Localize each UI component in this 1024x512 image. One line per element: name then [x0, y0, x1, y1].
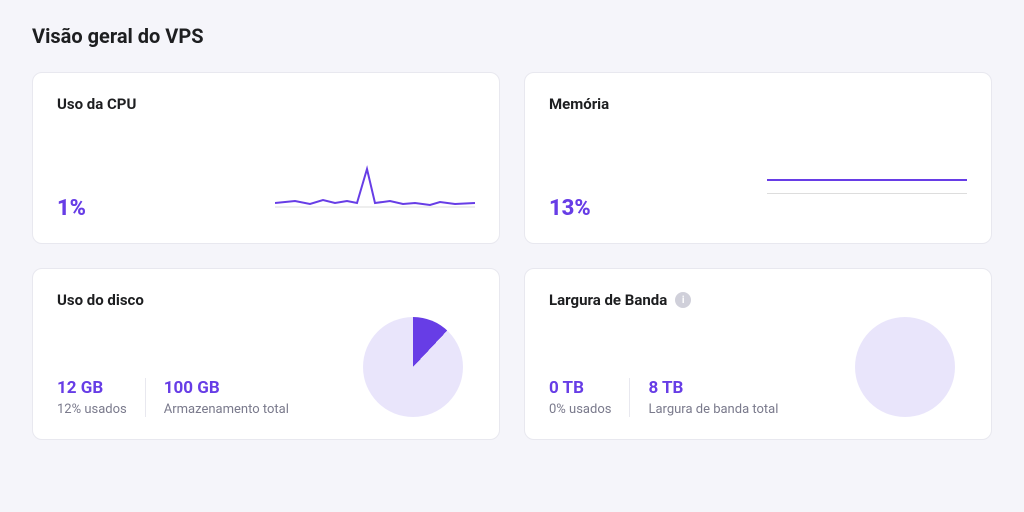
disk-total-value: 100 GB: [164, 378, 289, 398]
disk-used-stat: 12 GB 12% usados: [57, 378, 145, 417]
disk-card[interactable]: Uso do disco 12 GB 12% usados 100 GB Arm…: [32, 268, 500, 440]
bandwidth-card-title: Largura de Banda: [549, 291, 667, 309]
bandwidth-pie-chart: [855, 317, 955, 417]
disk-stats: 12 GB 12% usados 100 GB Armazenamento to…: [57, 378, 307, 417]
cards-grid: Uso da CPU 1% Memória 13% Uso do disco: [32, 72, 992, 440]
bandwidth-total-value: 8 TB: [648, 378, 778, 398]
page-title: Visão geral do VPS: [32, 24, 992, 48]
bandwidth-used-stat: 0 TB 0% usados: [549, 378, 629, 417]
disk-card-title: Uso do disco: [57, 291, 475, 309]
disk-pie-chart: [363, 317, 463, 417]
bandwidth-used-value: 0 TB: [549, 378, 611, 398]
cpu-card[interactable]: Uso da CPU 1%: [32, 72, 500, 244]
info-icon[interactable]: [675, 292, 691, 308]
cpu-card-title: Uso da CPU: [57, 95, 475, 113]
memory-card-title: Memória: [549, 95, 967, 113]
memory-card[interactable]: Memória 13%: [524, 72, 992, 244]
bandwidth-total-stat: 8 TB Largura de banda total: [629, 378, 796, 417]
disk-used-label: 12% usados: [57, 402, 127, 417]
bandwidth-card[interactable]: Largura de Banda 0 TB 0% usados 8 TB Lar…: [524, 268, 992, 440]
bandwidth-stats: 0 TB 0% usados 8 TB Largura de banda tot…: [549, 378, 796, 417]
memory-percent-value: 13%: [549, 196, 591, 221]
disk-used-value: 12 GB: [57, 378, 127, 398]
bandwidth-used-label: 0% usados: [549, 402, 611, 417]
disk-total-label: Armazenamento total: [164, 402, 289, 417]
cpu-percent-value: 1%: [57, 196, 86, 221]
disk-total-stat: 100 GB Armazenamento total: [145, 378, 307, 417]
cpu-sparkline-chart: [275, 151, 475, 221]
bandwidth-total-label: Largura de banda total: [648, 402, 778, 417]
memory-sparkline-chart: [767, 151, 967, 221]
